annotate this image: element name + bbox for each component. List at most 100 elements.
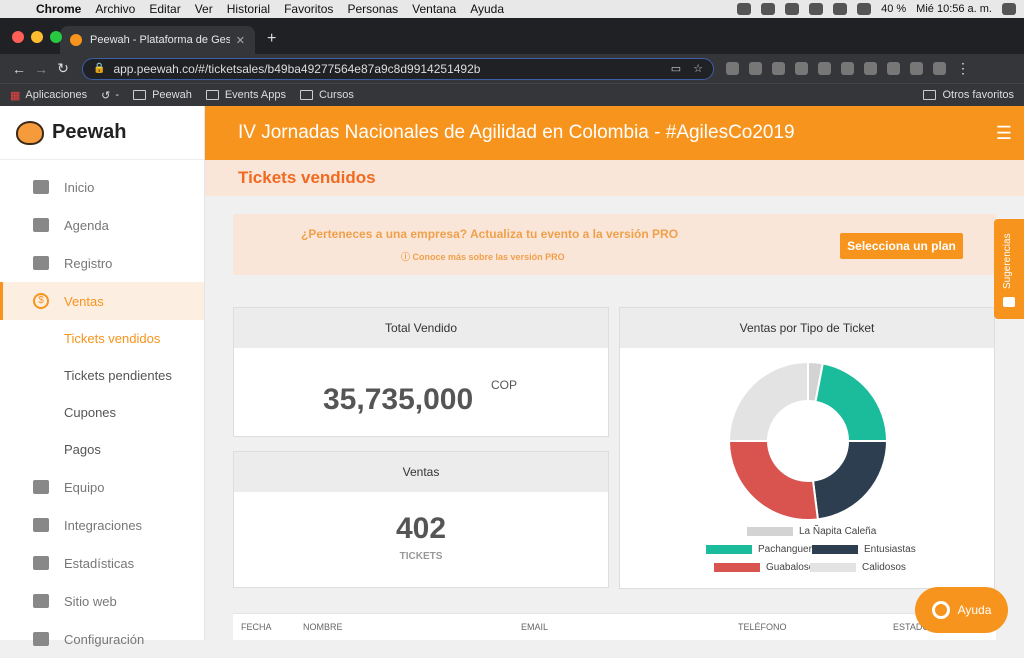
legend-swatch — [747, 527, 793, 536]
vlc-icon[interactable] — [737, 3, 752, 15]
bookmark-label: Peewah — [152, 89, 192, 101]
sidebar-item-equipo[interactable]: Equipo — [0, 468, 204, 506]
browser-tab[interactable]: Peewah - Plataforma de Gestió ✕ — [60, 26, 255, 54]
chrome-menu-icon[interactable]: ⋮ — [952, 60, 974, 77]
menu-ventana[interactable]: Ventana — [412, 2, 456, 16]
bookmark-label: - — [115, 89, 120, 101]
folder-icon — [205, 90, 219, 100]
peewah-logo-icon — [16, 120, 44, 145]
sidebar-item-integraciones[interactable]: Integraciones — [0, 506, 204, 544]
donut-slice-4[interactable] — [727, 440, 820, 521]
menu-ver[interactable]: Ver — [195, 2, 213, 16]
lock-icon[interactable]: 🔒 — [93, 63, 105, 74]
camera-icon[interactable] — [795, 62, 808, 75]
forward-icon[interactable]: → — [30, 61, 52, 77]
coffee-icon[interactable] — [785, 3, 800, 15]
sidebar-item-registro[interactable]: Registro — [0, 244, 204, 282]
brand-name: Peewah — [52, 121, 127, 143]
menu-personas[interactable]: Personas — [347, 2, 398, 16]
donut-slice-5[interactable] — [727, 360, 809, 442]
history-bookmark[interactable]: ↺ - — [101, 89, 119, 102]
code-icon[interactable] — [841, 62, 854, 75]
wifi-icon[interactable] — [857, 3, 872, 15]
back-icon[interactable]: ← — [8, 61, 30, 77]
column-telefono[interactable]: TELÉFONO — [738, 622, 787, 632]
sidebar-item-agenda[interactable]: Agenda — [0, 206, 204, 244]
address-bar[interactable]: 🔒 app.peewah.co/#/ticketsales/b49ba49277… — [82, 57, 714, 80]
help-button[interactable]: Ayuda — [915, 587, 1008, 633]
menu-historial[interactable]: Historial — [227, 2, 270, 16]
cast-icon[interactable] — [910, 62, 923, 75]
sidebar-subitem-cupones[interactable]: Cupones — [0, 394, 204, 431]
sales-table-header: FECHA NOMBRE EMAIL TELÉFONO ESTADO — [233, 613, 996, 640]
sidebar-subitem-pagos[interactable]: Pagos — [0, 431, 204, 468]
legend-item[interactable]: Calidosos — [810, 562, 906, 573]
menu-editar[interactable]: Editar — [149, 2, 180, 16]
battery-status[interactable]: 40 % — [881, 3, 906, 15]
legend-label: La Ñapita Caleña — [799, 526, 877, 537]
donut-slice-2[interactable] — [814, 362, 889, 442]
bluetooth-icon[interactable] — [833, 3, 848, 15]
sidebar-item-estadisticas[interactable]: Estadísticas — [0, 544, 204, 582]
bookmark-star-icon[interactable]: ☆ — [693, 62, 703, 75]
sidebar-subitem-tickets-pendientes[interactable]: Tickets pendientes — [0, 357, 204, 394]
minimize-window-icon[interactable] — [31, 31, 43, 43]
menu-favoritos[interactable]: Favoritos — [284, 2, 333, 16]
column-nombre[interactable]: NOMBRE — [303, 622, 343, 632]
legend-item[interactable]: Guabalosos — [714, 562, 819, 573]
peewah-bookmark[interactable]: Peewah — [133, 89, 192, 101]
calendar-icon — [33, 218, 49, 232]
donut-slice-3[interactable] — [811, 440, 889, 521]
sidebar-item-inicio[interactable]: Inicio — [0, 168, 204, 206]
menu-chrome[interactable]: Chrome — [36, 2, 81, 16]
promo-question: ¿Perteneces a una empresa? Actualiza tu … — [301, 227, 679, 241]
select-plan-button[interactable]: Selecciona un plan — [840, 233, 963, 259]
creative-cloud-icon[interactable] — [761, 3, 776, 15]
clock[interactable]: Mié 10:56 a. m. — [916, 3, 992, 15]
learn-more-pro-link[interactable]: ⓘ Conoce más sobre las versión PRO — [401, 250, 565, 263]
ticket-type-chart-card: Ventas por Tipo de Ticket La Ñapita Cale… — [619, 307, 995, 589]
extension-icon[interactable] — [772, 62, 785, 75]
close-window-icon[interactable] — [12, 31, 24, 43]
history-icon: ↺ — [101, 89, 111, 102]
suggestions-tab[interactable]: Sugerencias — [994, 219, 1024, 319]
main-content: IV Jornadas Nacionales de Agilidad en Co… — [205, 106, 1024, 640]
extension-icon[interactable] — [887, 62, 900, 75]
other-bookmarks[interactable]: Otros favoritos — [923, 89, 1014, 101]
cast-page-icon[interactable]: ▭ — [671, 62, 681, 75]
gear-icon — [33, 632, 49, 646]
pocket-icon[interactable] — [749, 62, 762, 75]
peewah-favicon-icon — [70, 34, 82, 46]
column-email[interactable]: EMAIL — [521, 622, 548, 632]
menu-archivo[interactable]: Archivo — [95, 2, 135, 16]
menu-ayuda[interactable]: Ayuda — [470, 2, 504, 16]
cursos-bookmark[interactable]: Cursos — [299, 89, 354, 101]
extension-icon[interactable] — [726, 62, 739, 75]
reload-icon[interactable]: ↻ — [52, 60, 74, 77]
sidebar: Peewah Inicio Agenda Registro $ Ventas Ti… — [0, 106, 205, 647]
dropbox-icon[interactable] — [809, 3, 824, 15]
bookmark-label: Aplicaciones — [25, 89, 88, 101]
sidebar-subitem-tickets-vendidos[interactable]: Tickets vendidos — [0, 320, 204, 357]
tab-title: Peewah - Plataforma de Gestió — [90, 34, 230, 46]
events-apps-bookmark[interactable]: Events Apps — [205, 89, 286, 101]
brand-logo[interactable]: Peewah — [0, 106, 204, 160]
spotlight-search-icon[interactable] — [1002, 3, 1016, 15]
new-tab-icon[interactable]: + — [267, 30, 276, 48]
column-fecha[interactable]: FECHA — [241, 622, 272, 632]
apps-bookmark[interactable]: ▦ Aplicaciones — [10, 89, 87, 102]
sidebar-item-configuracion[interactable]: Configuración — [0, 620, 204, 658]
legend-item[interactable]: Entusiastas — [812, 544, 916, 555]
profile-avatar[interactable] — [933, 62, 946, 75]
sidebar-item-ventas[interactable]: $ Ventas — [0, 282, 204, 320]
legend-item[interactable]: Pachangueros — [706, 544, 823, 555]
sidebar-item-sitio-web[interactable]: Sitio web — [0, 582, 204, 620]
extension-icon[interactable] — [818, 62, 831, 75]
legend-item[interactable]: La Ñapita Caleña — [747, 526, 876, 537]
url-text[interactable]: app.peewah.co/#/ticketsales/b49ba4927756… — [113, 62, 658, 76]
extension-icon[interactable] — [864, 62, 877, 75]
maximize-window-icon[interactable] — [50, 31, 62, 43]
close-tab-icon[interactable]: ✕ — [236, 34, 245, 47]
sidebar-item-label: Integraciones — [64, 517, 143, 533]
hamburger-menu-icon[interactable]: ☰ — [996, 123, 1012, 144]
